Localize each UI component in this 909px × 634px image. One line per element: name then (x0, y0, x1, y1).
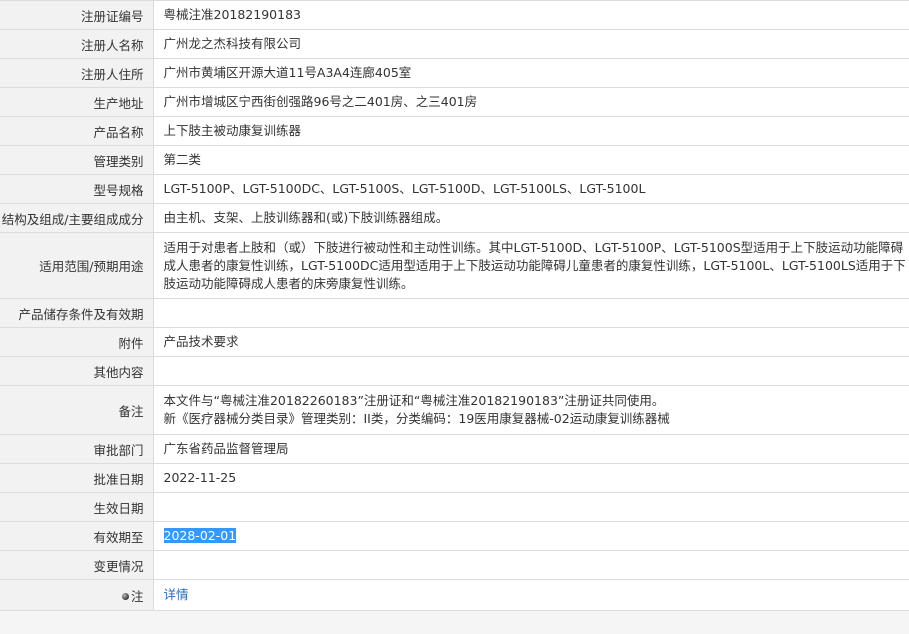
remarks-line-1: 本文件与“粤械注准20182260183”注册证和“粤械注准2018219018… (163, 393, 665, 408)
value-approval-date: 2022-11-25 (153, 463, 909, 493)
value-structure: 由主机、支架、上肢训练器和(或)下肢训练器组成。 (153, 203, 909, 233)
remarks-line-2: 新《医疗器械分类目录》管理类别：II类，分类编码：19医用康复器械-02运动康复… (163, 411, 670, 426)
registration-table: 注册证编号 粤械注准20182190183 注册人名称 广州龙之杰科技有限公司 … (0, 0, 909, 611)
label-effective-date: 生效日期 (0, 492, 154, 522)
label-attachment: 附件 (0, 327, 154, 357)
value-approval-dept: 广东省药品监督管理局 (153, 434, 909, 464)
row-approval-date: 批准日期 2022-11-25 (0, 463, 909, 493)
value-change-info (153, 550, 909, 580)
row-model-spec: 型号规格 LGT-5100P、LGT-5100DC、LGT-5100S、LGT-… (0, 174, 909, 204)
page-footer-space (0, 611, 909, 631)
row-registrant-address: 注册人住所 广州市黄埔区开源大道11号A3A4连廊405室 (0, 58, 909, 88)
label-storage: 产品储存条件及有效期 (0, 298, 154, 328)
label-change-info: 变更情况 (0, 550, 154, 580)
row-note: 注 详情 (0, 579, 909, 611)
value-management-category: 第二类 (153, 145, 909, 175)
label-intended-use: 适用范围/预期用途 (0, 232, 154, 299)
label-approval-dept: 审批部门 (0, 434, 154, 464)
label-remarks: 备注 (0, 385, 154, 435)
value-other (153, 356, 909, 386)
value-storage (153, 298, 909, 328)
value-product-name: 上下肢主被动康复训练器 (153, 116, 909, 146)
label-product-name: 产品名称 (0, 116, 154, 146)
label-management-category: 管理类别 (0, 145, 154, 175)
label-structure: 结构及组成/主要组成成分 (0, 203, 154, 233)
value-valid-until: 2028-02-01 (153, 521, 909, 551)
label-registration-number: 注册证编号 (0, 0, 154, 30)
value-production-address: 广州市增城区宁西街创强路96号之二401房、之三401房 (153, 87, 909, 117)
row-registration-number: 注册证编号 粤械注准20182190183 (0, 0, 909, 30)
details-link[interactable]: 详情 (164, 587, 189, 602)
value-effective-date (153, 492, 909, 522)
row-other: 其他内容 (0, 356, 909, 386)
label-valid-until: 有效期至 (0, 521, 154, 551)
label-registrant-address: 注册人住所 (0, 58, 154, 88)
row-valid-until: 有效期至 2028-02-01 (0, 521, 909, 551)
value-model-spec: LGT-5100P、LGT-5100DC、LGT-5100S、LGT-5100D… (153, 174, 909, 204)
value-intended-use: 适用于对患者上肢和（或）下肢进行被动性和主动性训练。其中LGT-5100D、LG… (153, 232, 909, 299)
row-storage: 产品储存条件及有效期 (0, 298, 909, 328)
row-intended-use: 适用范围/预期用途 适用于对患者上肢和（或）下肢进行被动性和主动性训练。其中LG… (0, 232, 909, 299)
value-remarks: 本文件与“粤械注准20182260183”注册证和“粤械注准2018219018… (153, 385, 909, 435)
label-registrant-name: 注册人名称 (0, 29, 154, 59)
value-registrant-name: 广州龙之杰科技有限公司 (153, 29, 909, 59)
value-attachment: 产品技术要求 (153, 327, 909, 357)
row-remarks: 备注 本文件与“粤械注准20182260183”注册证和“粤械注准2018219… (0, 385, 909, 435)
value-registrant-address: 广州市黄埔区开源大道11号A3A4连廊405室 (153, 58, 909, 88)
row-structure: 结构及组成/主要组成成分 由主机、支架、上肢训练器和(或)下肢训练器组成。 (0, 203, 909, 233)
row-attachment: 附件 产品技术要求 (0, 327, 909, 357)
row-effective-date: 生效日期 (0, 492, 909, 522)
label-approval-date: 批准日期 (0, 463, 154, 493)
bullet-icon (121, 592, 129, 600)
row-registrant-name: 注册人名称 广州龙之杰科技有限公司 (0, 29, 909, 59)
label-other: 其他内容 (0, 356, 154, 386)
value-note: 详情 (153, 579, 909, 611)
label-model-spec: 型号规格 (0, 174, 154, 204)
row-production-address: 生产地址 广州市增城区宁西街创强路96号之二401房、之三401房 (0, 87, 909, 117)
row-approval-dept: 审批部门 广东省药品监督管理局 (0, 434, 909, 464)
label-production-address: 生产地址 (0, 87, 154, 117)
label-note: 注 (0, 579, 154, 611)
value-registration-number: 粤械注准20182190183 (153, 0, 909, 30)
row-change-info: 变更情况 (0, 550, 909, 580)
row-management-category: 管理类别 第二类 (0, 145, 909, 175)
row-product-name: 产品名称 上下肢主被动康复训练器 (0, 116, 909, 146)
selected-text[interactable]: 2028-02-01 (163, 528, 237, 543)
